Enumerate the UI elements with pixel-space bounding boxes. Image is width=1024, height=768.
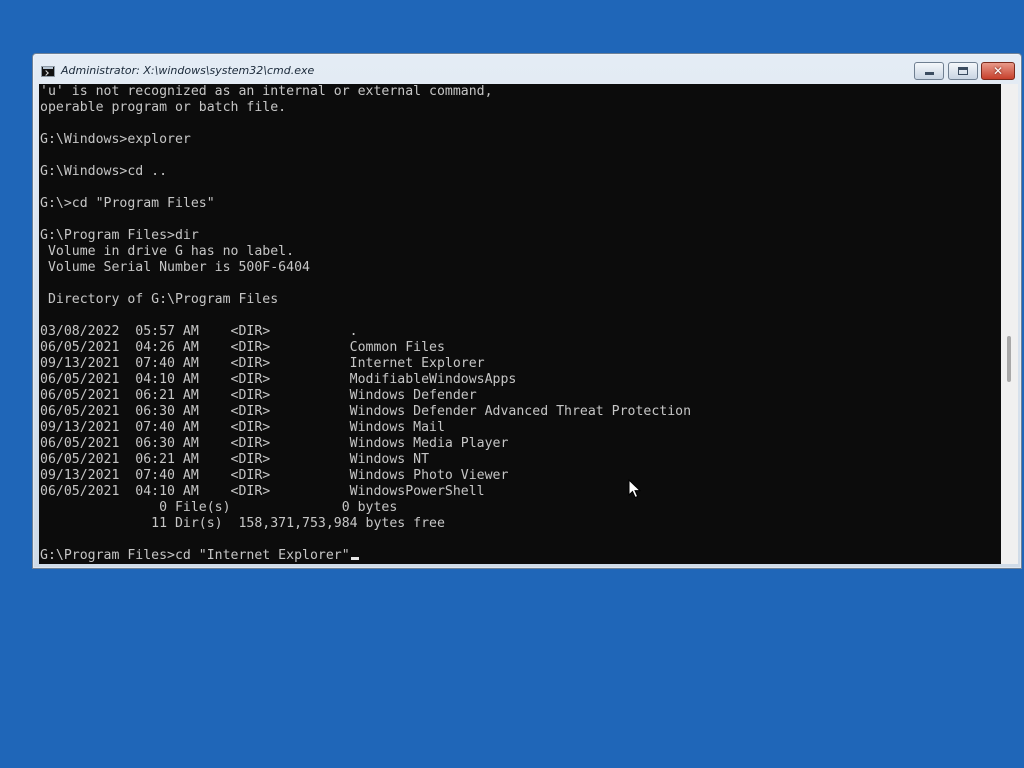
vertical-scrollbar[interactable] <box>1001 84 1018 564</box>
cmd-window[interactable]: Administrator: X:\windows\system32\cmd.e… <box>32 53 1022 569</box>
console-line: 06/05/2021 06:21 AM <DIR> Windows Defend… <box>40 388 477 403</box>
console-lines: 'u' is not recognized as an internal or … <box>40 84 691 564</box>
text-cursor <box>350 557 359 560</box>
console-line: G:\Windows>cd .. <box>40 164 168 179</box>
console-line: 'u' is not recognized as an internal or … <box>40 84 493 99</box>
maximize-button[interactable] <box>948 62 978 80</box>
cmd-icon[interactable] <box>41 66 55 77</box>
desktop[interactable]: Administrator: X:\windows\system32\cmd.e… <box>0 0 1024 768</box>
close-button[interactable]: ✕ <box>981 62 1015 80</box>
minimize-button[interactable] <box>914 62 944 80</box>
mouse-pointer-icon <box>628 479 642 499</box>
scroll-thumb[interactable] <box>1007 336 1011 382</box>
console-line: operable program or batch file. <box>40 100 287 115</box>
maximize-icon <box>958 67 968 75</box>
console-line: 09/13/2021 07:40 AM <DIR> Windows Photo … <box>40 468 509 483</box>
title-bar[interactable]: Administrator: X:\windows\system32\cmd.e… <box>33 54 1021 84</box>
minimize-icon <box>925 72 934 75</box>
console-line: 09/13/2021 07:40 AM <DIR> Internet Explo… <box>40 356 485 371</box>
command-input[interactable]: G:\Program Files>cd "Internet Explorer" <box>40 548 350 563</box>
console-line: G:\>cd "Program Files" <box>40 196 215 211</box>
console-output[interactable]: 'u' is not recognized as an internal or … <box>39 84 1001 564</box>
console-input-line[interactable]: G:\Program Files>cd "Internet Explorer" <box>40 548 691 564</box>
console-line: Volume Serial Number is 500F-6404 <box>40 260 310 275</box>
console-line: 03/08/2022 05:57 AM <DIR> . <box>40 324 358 339</box>
console-line: 09/13/2021 07:40 AM <DIR> Windows Mail <box>40 420 445 435</box>
console-line: G:\Program Files>dir <box>40 228 199 243</box>
console-line: 06/05/2021 06:30 AM <DIR> Windows Defend… <box>40 404 692 419</box>
console-line: 11 Dir(s) 158,371,753,984 bytes free <box>40 516 445 531</box>
console-line: 06/05/2021 06:21 AM <DIR> Windows NT <box>40 452 430 467</box>
console-line: 06/05/2021 04:10 AM <DIR> ModifiableWind… <box>40 372 517 387</box>
close-icon: ✕ <box>992 64 1004 78</box>
console-line: G:\Windows>explorer <box>40 132 191 147</box>
window-title: Administrator: X:\windows\system32\cmd.e… <box>61 64 315 77</box>
console-line: 06/05/2021 06:30 AM <DIR> Windows Media … <box>40 436 509 451</box>
console-line: Directory of G:\Program Files <box>40 292 279 307</box>
console-line: 06/05/2021 04:26 AM <DIR> Common Files <box>40 340 445 355</box>
console-line: 0 File(s) 0 bytes <box>40 500 398 515</box>
console-line: 06/05/2021 04:10 AM <DIR> WindowsPowerSh… <box>40 484 485 499</box>
console-line: Volume in drive G has no label. <box>40 244 295 259</box>
